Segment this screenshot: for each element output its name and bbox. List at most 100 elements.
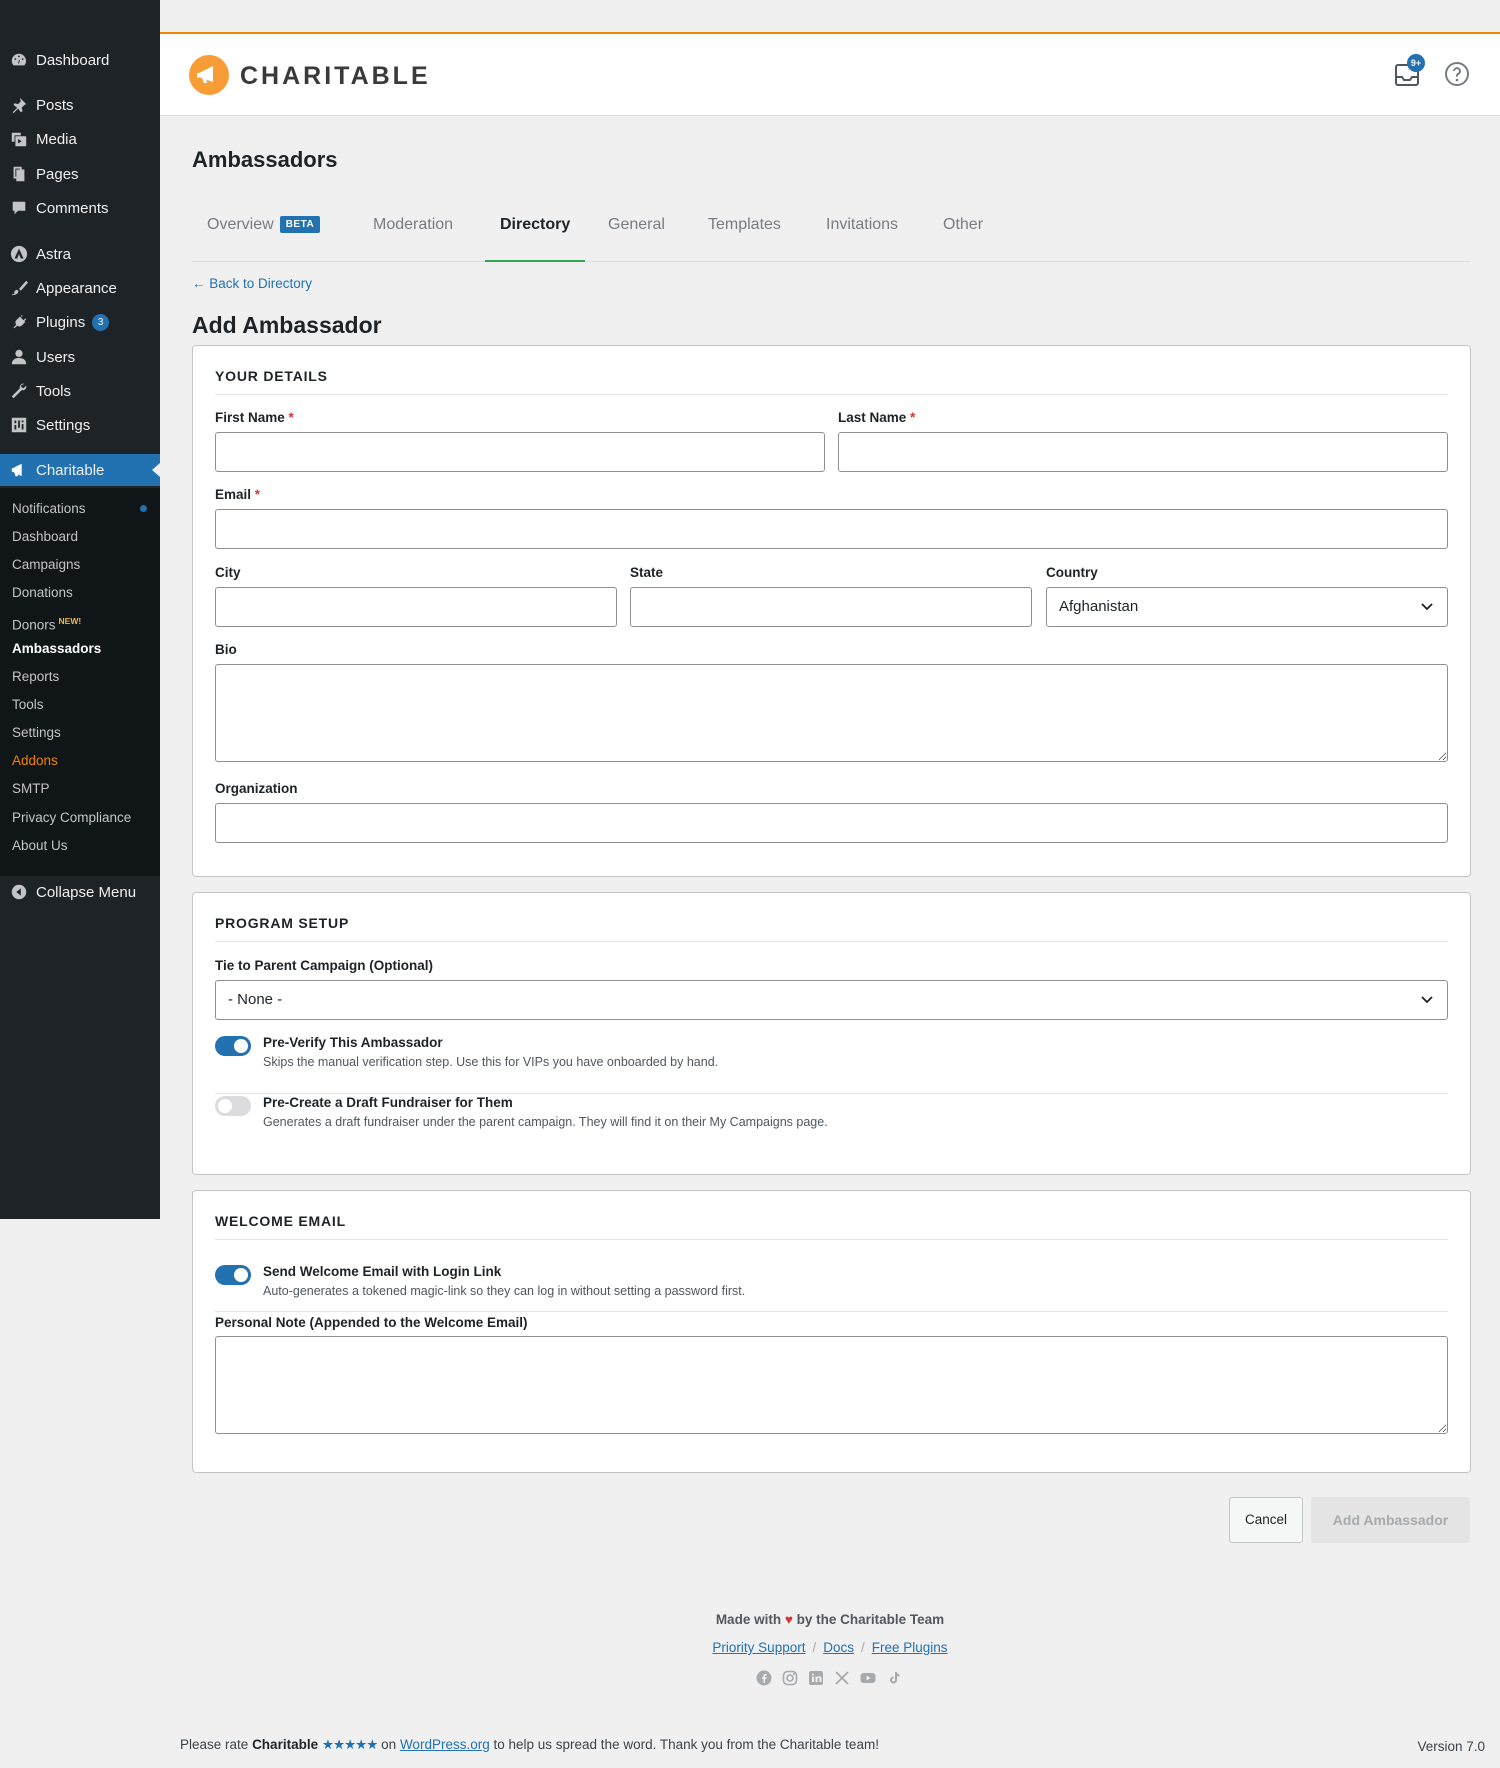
pre-create-draft-toggle[interactable] xyxy=(215,1096,251,1116)
tab-templates[interactable]: Templates xyxy=(708,204,781,262)
tab-other[interactable]: Other xyxy=(943,204,983,262)
sidebar-item-tools[interactable]: Tools xyxy=(0,375,160,407)
sidebar-item-media[interactable]: Media xyxy=(0,123,160,155)
submenu-campaigns[interactable]: Campaigns xyxy=(12,555,80,575)
pre-verify-toggle[interactable] xyxy=(215,1036,251,1056)
first-name-input[interactable] xyxy=(215,432,825,472)
help-icon[interactable] xyxy=(1444,61,1470,87)
send-welcome-email-description: Auto-generates a tokened magic-link so t… xyxy=(263,1284,746,1298)
priority-support-link[interactable]: Priority Support xyxy=(712,1640,805,1655)
sidebar-item-astra[interactable]: Astra xyxy=(0,238,160,270)
admin-sidebar: Dashboard Posts Media Pages Comments Ast… xyxy=(0,0,160,1219)
send-welcome-email-title: Send Welcome Email with Login Link xyxy=(263,1264,502,1279)
country-select-value: Afghanistan xyxy=(1059,598,1139,615)
separator: / xyxy=(861,1640,865,1655)
submenu-notifications[interactable]: Notifications xyxy=(12,499,86,519)
settings-icon xyxy=(8,414,30,436)
charitable-submenu: Notifications Dashboard Campaigns Donati… xyxy=(0,488,160,876)
sidebar-item-dashboard[interactable]: Dashboard xyxy=(0,44,160,76)
submenu-donors[interactable]: Donors NEW! xyxy=(12,611,81,633)
submenu-reports[interactable]: Reports xyxy=(12,667,59,687)
last-name-input[interactable] xyxy=(838,432,1448,472)
heart-icon: ♥ xyxy=(784,1612,793,1627)
toggle-knob xyxy=(234,1268,248,1282)
rating-stars[interactable]: ★★★★★ xyxy=(322,1737,379,1752)
add-ambassador-button[interactable]: Add Ambassador xyxy=(1311,1497,1470,1543)
sidebar-item-appearance[interactable]: Appearance xyxy=(0,272,160,304)
last-name-label-text: Last Name xyxy=(838,410,907,425)
submenu-donors-label: Donors xyxy=(12,617,56,633)
submenu-privacy-compliance[interactable]: Privacy Compliance xyxy=(12,808,131,828)
panel-title: WELCOME EMAIL xyxy=(215,1213,346,1229)
divider xyxy=(215,1239,1448,1240)
organization-label: Organization xyxy=(215,781,298,796)
docs-link[interactable]: Docs xyxy=(823,1640,854,1655)
wrench-icon xyxy=(8,380,30,402)
sidebar-item-plugins[interactable]: Plugins 3 xyxy=(0,306,160,338)
sidebar-item-settings[interactable]: Settings xyxy=(0,409,160,441)
submenu-ambassadors[interactable]: Ambassadors xyxy=(12,639,101,659)
country-select[interactable]: Afghanistan xyxy=(1046,587,1448,627)
sidebar-item-pages[interactable]: Pages xyxy=(0,158,160,190)
organization-input[interactable] xyxy=(215,803,1448,843)
submenu-tools[interactable]: Tools xyxy=(12,695,44,715)
charitable-logo-icon xyxy=(189,55,229,95)
tab-directory[interactable]: Directory xyxy=(485,204,586,262)
sidebar-item-comments[interactable]: Comments xyxy=(0,192,160,224)
sidebar-item-label: Tools xyxy=(36,382,72,400)
cancel-button[interactable]: Cancel xyxy=(1229,1497,1303,1543)
comments-icon xyxy=(8,197,30,219)
state-label: State xyxy=(630,565,664,580)
chevron-down-icon xyxy=(1421,603,1433,611)
back-to-directory-link[interactable]: ← Back to Directory xyxy=(192,276,312,291)
email-label: Email * xyxy=(215,487,260,502)
x-twitter-icon[interactable] xyxy=(834,1670,850,1686)
brush-icon xyxy=(8,277,30,299)
tiktok-icon[interactable] xyxy=(886,1670,902,1686)
submenu-settings[interactable]: Settings xyxy=(12,723,61,743)
form-title: Add Ambassador xyxy=(192,312,382,338)
welcome-email-panel: WELCOME EMAIL Send Welcome Email with Lo… xyxy=(192,1190,1471,1473)
social-links xyxy=(756,1670,902,1686)
tab-moderation[interactable]: Moderation xyxy=(373,204,453,262)
separator: / xyxy=(812,1640,817,1655)
toggle-knob xyxy=(234,1039,248,1053)
beta-badge: BETA xyxy=(279,216,321,233)
youtube-icon[interactable] xyxy=(860,1670,876,1686)
divider xyxy=(215,394,1448,395)
wordpress-org-link[interactable]: WordPress.org xyxy=(400,1737,490,1752)
sidebar-item-label: Settings xyxy=(36,416,91,434)
facebook-icon[interactable] xyxy=(756,1670,772,1686)
sidebar-item-users[interactable]: Users xyxy=(0,341,160,373)
inbox-badge: 9+ xyxy=(1407,54,1425,72)
sidebar-item-posts[interactable]: Posts xyxy=(0,89,160,121)
tab-overview[interactable]: Overview BETA xyxy=(207,204,321,262)
submenu-donations[interactable]: Donations xyxy=(12,583,73,603)
tab-general[interactable]: General xyxy=(608,204,665,262)
state-input[interactable] xyxy=(630,587,1032,627)
collapse-label: Collapse Menu xyxy=(36,883,137,901)
submenu-smtp[interactable]: SMTP xyxy=(12,779,50,799)
collapse-menu-button[interactable]: Collapse Menu xyxy=(0,876,160,908)
tab-invitations[interactable]: Invitations xyxy=(826,204,898,262)
submenu-about-us[interactable]: About Us xyxy=(12,836,68,856)
bio-textarea[interactable] xyxy=(215,664,1448,762)
free-plugins-link[interactable]: Free Plugins xyxy=(872,1640,948,1655)
pre-verify-description: Skips the manual verification step. Use … xyxy=(263,1055,719,1069)
chevron-down-icon xyxy=(1421,996,1433,1004)
city-input[interactable] xyxy=(215,587,617,627)
submenu-dashboard[interactable]: Dashboard xyxy=(12,527,78,547)
instagram-icon[interactable] xyxy=(782,1670,798,1686)
email-input[interactable] xyxy=(215,509,1448,549)
parent-campaign-value: - None - xyxy=(228,991,283,1008)
rate-on-text: on xyxy=(381,1737,397,1752)
sidebar-item-label: Media xyxy=(36,130,77,148)
plugins-update-badge: 3 xyxy=(92,313,110,331)
parent-campaign-select[interactable]: - None - xyxy=(215,980,1448,1020)
personal-note-textarea[interactable] xyxy=(215,1336,1448,1434)
submenu-addons[interactable]: Addons xyxy=(12,751,58,771)
send-welcome-email-toggle[interactable] xyxy=(215,1265,251,1285)
linkedin-icon[interactable] xyxy=(808,1670,824,1686)
pre-verify-title: Pre-Verify This Ambassador xyxy=(263,1035,443,1050)
sidebar-item-charitable[interactable]: Charitable xyxy=(0,454,160,486)
